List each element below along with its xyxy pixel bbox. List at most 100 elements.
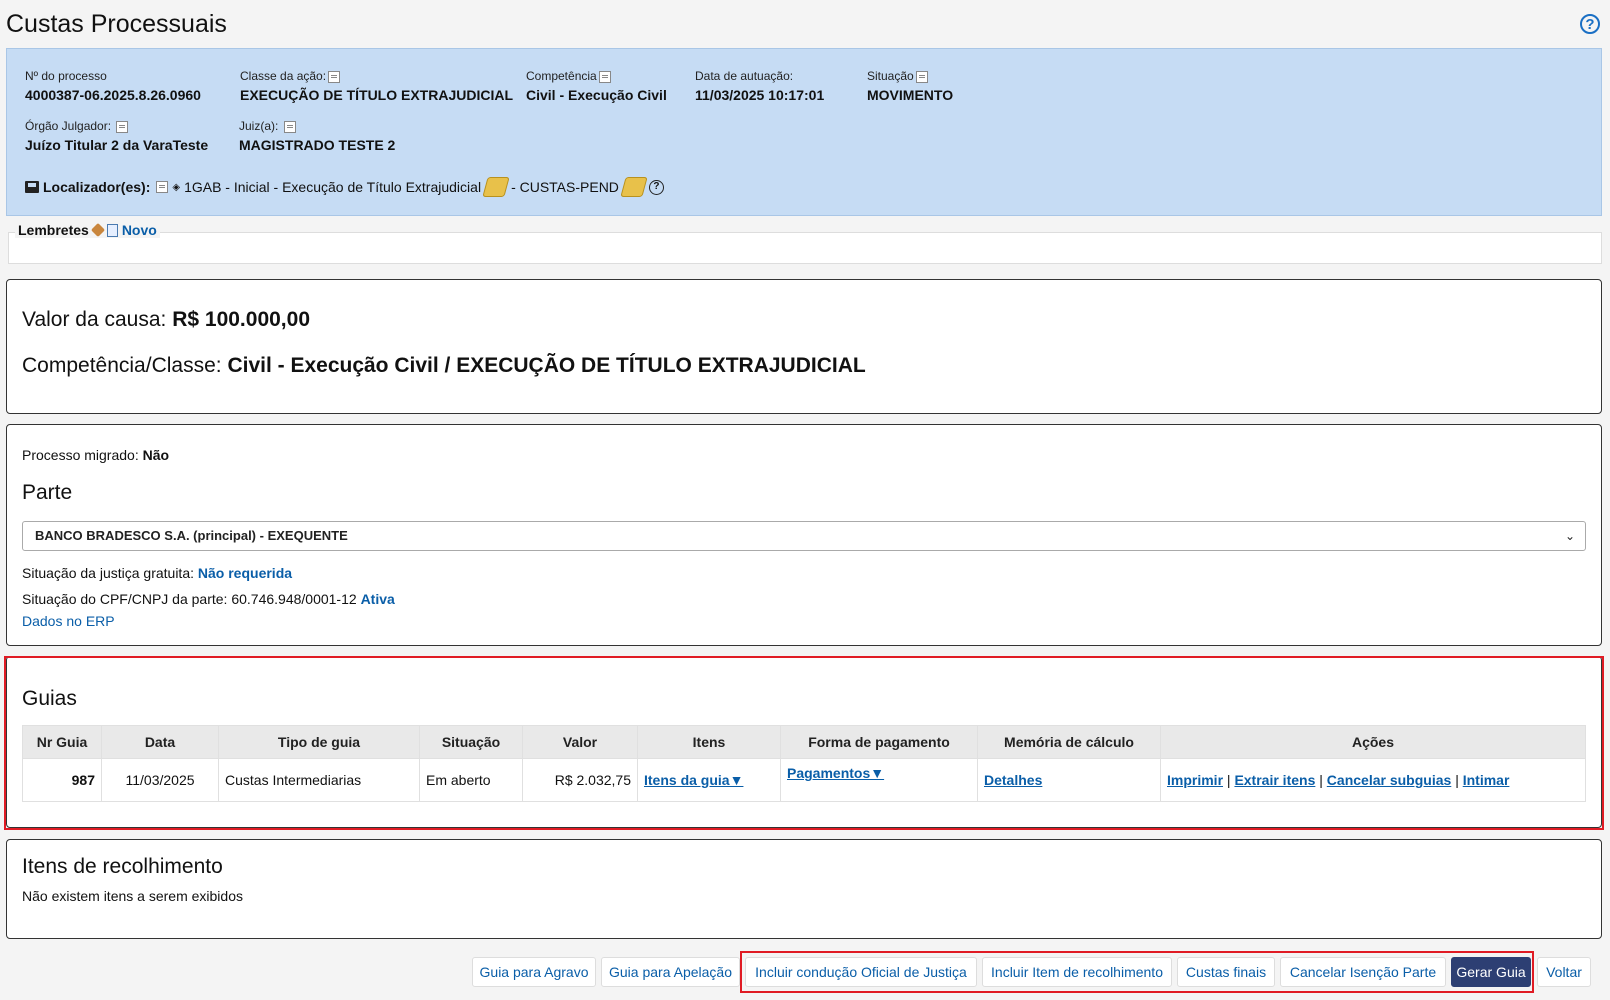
info-icon[interactable] [328,70,341,83]
intimar-link[interactable]: Intimar [1463,772,1510,788]
parte-selected: BANCO BRADESCO S.A. (principal) - EXEQUE… [35,528,348,543]
process-header: Nº do processo 4000387-06.2025.8.26.0960… [6,48,1602,216]
cell-acoes: Imprimir | Extrair itens | Cancelar subg… [1160,758,1586,802]
orgao-label: Órgão Julgador: [25,119,112,133]
detalhes-link[interactable]: Detalhes [984,772,1042,788]
itens-guia-link[interactable]: Itens da guia▼ [644,772,743,788]
gratuita-label: Situação da justiça gratuita: [22,565,194,581]
parte-select[interactable]: BANCO BRADESCO S.A. (principal) - EXEQUE… [22,521,1586,551]
help-icon[interactable]: ? [1580,14,1600,34]
situacao-label: Situação [867,69,914,83]
field-situacao: Situação MOVIMENTO [867,69,953,103]
cell-nr: 987 [22,758,102,802]
extrair-itens-link[interactable]: Extrair itens [1234,772,1315,788]
localizador-2: - CUSTAS-PEND [511,179,619,195]
classe-value: EXECUÇÃO DE TÍTULO EXTRAJUDICIAL [240,87,514,103]
gerar-guia-button[interactable]: Gerar Guia [1451,957,1531,987]
help-icon[interactable]: ? [648,179,664,195]
cell-itens: Itens da guia▼ [637,758,781,802]
valor-value: R$ 100.000,00 [172,308,311,331]
cancelar-subguias-link[interactable]: Cancelar subguias [1327,772,1452,788]
incluir-conducao-button[interactable]: Incluir condução Oficial de Justiça [745,957,977,987]
localizador-1: 1GAB - Inicial - Execução de Título Extr… [184,179,482,195]
table-row: 987 11/03/2025 Custas Intermediarias Em … [22,758,1586,802]
field-orgao: Órgão Julgador: Juízo Titular 2 da VaraT… [25,119,208,153]
info-icon[interactable] [598,70,611,83]
lembretes-label: Lembretes [18,222,89,238]
erp-link[interactable]: Dados no ERP [22,613,115,629]
separator: | [1455,772,1459,788]
itens-empty: Não existem itens a serem exibidos [22,888,243,904]
itens-title: Itens de recolhimento [22,855,223,878]
competencia-value: Civil - Execução Civil [526,87,667,103]
edit-icon[interactable] [482,177,510,197]
imprimir-link[interactable]: Imprimir [1167,772,1223,788]
lembretes-legend: Lembretes Novo [15,222,160,238]
data-value: 11/03/2025 10:17:01 [695,87,825,103]
guia-apelacao-button[interactable]: Guia para Apelação [601,957,740,987]
gratuita-row: Situação da justiça gratuita: Não requer… [22,565,292,581]
page-title: Custas Processuais [6,10,227,38]
gratuita-value[interactable]: Não requerida [198,565,292,581]
col-data: Data [101,725,219,759]
novo-lembrete-link[interactable]: Novo [122,222,157,238]
orgao-value: Juízo Titular 2 da VaraTeste [25,137,209,153]
cancelar-isencao-button[interactable]: Cancelar Isenção Parte [1280,957,1446,987]
competencia-classe-value: Civil - Execução Civil / EXECUÇÃO DE TÍT… [227,354,866,377]
classe-label: Classe da ação: [240,69,327,83]
voltar-button[interactable]: Voltar [1537,957,1591,987]
cpf-status: Ativa [360,591,395,607]
guias-title: Guias [22,687,77,710]
causa-panel: Valor da causa: R$ 100.000,00 Competênci… [6,279,1602,414]
col-tipo: Tipo de guia [218,725,420,759]
info-icon[interactable] [915,70,928,83]
cell-tipo: Custas Intermediarias [218,758,420,802]
col-acoes: Ações [1160,725,1586,759]
inbox-icon [25,181,39,193]
competencia-classe: Competência/Classe: Civil - Execução Civ… [22,354,866,378]
info-icon[interactable] [116,120,129,133]
guias-table: Nr Guia Data Tipo de guia Situação Valor… [22,725,1586,802]
migrado-row: Processo migrado: Não [22,447,169,463]
document-icon [106,223,118,237]
parte-panel: Processo migrado: Não Parte BANCO BRADES… [6,424,1602,646]
cell-data: 11/03/2025 [101,758,219,802]
data-label: Data de autuação: [695,69,794,83]
itens-panel: Itens de recolhimento Não existem itens … [6,839,1602,939]
guia-agravo-button[interactable]: Guia para Agravo [472,957,596,987]
juiz-value: MAGISTRADO TESTE 2 [239,137,396,153]
wrench-icon[interactable] [90,222,105,238]
info-icon[interactable] [283,120,296,133]
incluir-item-button[interactable]: Incluir Item de recolhimento [982,957,1172,987]
col-memoria: Memória de cálculo [977,725,1161,759]
migrado-value: Não [142,447,170,463]
separator: | [1226,772,1231,788]
custas-finais-button[interactable]: Custas finais [1177,957,1275,987]
valor-causa: Valor da causa: R$ 100.000,00 [22,308,310,332]
numero-label: Nº do processo [25,69,107,83]
col-situacao: Situação [419,725,523,759]
localizador-row: Localizador(es): ◈ 1GAB - Inicial - Exec… [25,177,664,197]
cell-memoria: Detalhes [977,758,1161,802]
cell-pagamentos: Pagamentos▼ [780,758,978,802]
competencia-label: Competência [526,69,597,83]
valor-label: Valor da causa: [22,308,167,331]
field-data: Data de autuação: 11/03/2025 10:17:01 [695,69,824,103]
field-classe: Classe da ação: EXECUÇÃO DE TÍTULO EXTRA… [240,69,513,103]
juiz-label: Juiz(a): [239,119,279,133]
cpf-row: Situação do CPF/CNPJ da parte: 60.746.94… [22,591,395,607]
cpf-label: Situação do CPF/CNPJ da parte: 60.746.94… [22,591,357,607]
chevron-down-icon: ⌄ [1564,529,1575,543]
edit-icon[interactable] [620,177,648,197]
situacao-value: MOVIMENTO [867,87,954,103]
competencia-classe-label: Competência/Classe: [22,354,222,377]
pagamentos-link[interactable]: Pagamentos▼ [787,765,884,781]
col-forma-pagamento: Forma de pagamento [780,725,978,759]
field-competencia: Competência Civil - Execução Civil [526,69,667,103]
parte-title: Parte [22,481,73,504]
col-itens: Itens [637,725,781,759]
lembretes-box [8,232,1602,264]
field-juiz: Juiz(a): MAGISTRADO TESTE 2 [239,119,395,153]
info-icon[interactable] [156,181,169,193]
cell-valor: R$ 2.032,75 [522,758,638,802]
